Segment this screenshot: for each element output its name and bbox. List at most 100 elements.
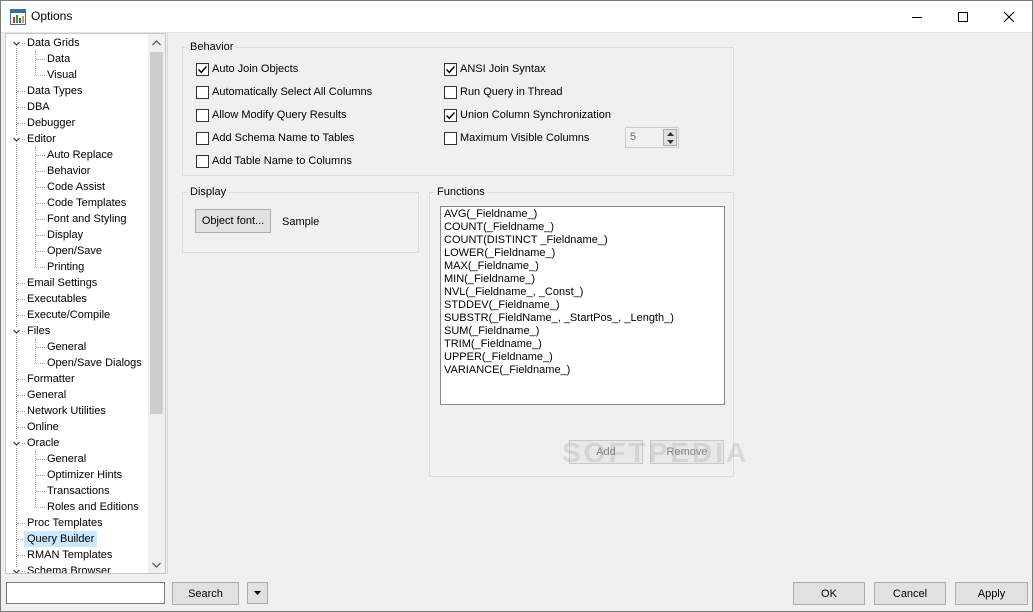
- tree-item-debugger[interactable]: Debugger: [27, 115, 75, 131]
- tree-item-dba[interactable]: DBA: [27, 99, 50, 115]
- tree-item-formatter[interactable]: Formatter: [27, 371, 75, 387]
- tree-item-auto-replace[interactable]: Auto Replace: [47, 147, 113, 163]
- scroll-thumb[interactable]: [150, 52, 163, 414]
- display-group: Display Object font... Sample: [182, 185, 419, 253]
- search-input[interactable]: [6, 582, 165, 604]
- search-options-dropdown[interactable]: [247, 582, 268, 604]
- behavior-legend: Behavior: [188, 40, 236, 54]
- tree-item-files[interactable]: Files: [27, 323, 50, 339]
- checkbox-ansi-join-syntax[interactable]: ANSI Join Syntax: [444, 61, 546, 77]
- expand-chevron-icon[interactable]: [12, 39, 21, 48]
- scroll-up-button[interactable]: [148, 34, 165, 51]
- tree-item-general[interactable]: General: [47, 339, 86, 355]
- checkbox-automatically-select-all-columns[interactable]: Automatically Select All Columns: [196, 84, 372, 100]
- scroll-down-button[interactable]: [148, 556, 165, 573]
- tree-item-font-and-styling[interactable]: Font and Styling: [47, 211, 127, 227]
- checkbox-box[interactable]: [196, 85, 209, 99]
- tree-item-network-utilities[interactable]: Network Utilities: [27, 403, 106, 419]
- tree-item-printing[interactable]: Printing: [47, 259, 84, 275]
- tree-item-visual[interactable]: Visual: [47, 67, 77, 83]
- tree-item-behavior[interactable]: Behavior: [47, 163, 90, 179]
- tree-item-optimizer-hints[interactable]: Optimizer Hints: [47, 467, 122, 483]
- function-list-item[interactable]: SUM(_Fieldname_): [444, 325, 721, 338]
- close-button[interactable]: [986, 1, 1032, 32]
- checkbox-allow-modify-query-results[interactable]: Allow Modify Query Results: [196, 107, 347, 123]
- function-list-item[interactable]: COUNT(DISTINCT _Fieldname_): [444, 234, 721, 247]
- checkbox-auto-join-objects[interactable]: Auto Join Objects: [196, 61, 298, 77]
- checkbox-union-column-synchronization[interactable]: Union Column Synchronization: [444, 107, 611, 123]
- checkmark-icon: [445, 65, 456, 73]
- function-list-item[interactable]: UPPER(_Fieldname_): [444, 351, 721, 364]
- tree-item-open-save-dialogs[interactable]: Open/Save Dialogs: [47, 355, 142, 371]
- checkbox-add-table-name-to-columns[interactable]: Add Table Name to Columns: [196, 153, 352, 169]
- tree-item-query-builder[interactable]: Query Builder: [24, 531, 98, 547]
- tree-item-oracle[interactable]: Oracle: [27, 435, 59, 451]
- spin-up-button[interactable]: [664, 130, 676, 138]
- maximize-button[interactable]: [940, 1, 986, 32]
- tree-connector: [36, 171, 45, 172]
- object-font-button[interactable]: Object font...: [195, 209, 271, 233]
- checkbox-run-query-in-thread[interactable]: Run Query in Thread: [444, 84, 563, 100]
- tree-item-online[interactable]: Online: [27, 419, 59, 435]
- function-list-item[interactable]: NVL(_Fieldname_, _Const_): [444, 286, 721, 299]
- functions-list[interactable]: AVG(_Fieldname_) COUNT(_Fieldname_) COUNT(…: [440, 206, 725, 405]
- function-list-item[interactable]: MIN(_Fieldname_): [444, 273, 721, 286]
- tree-item-display[interactable]: Display: [47, 227, 83, 243]
- checkbox-box[interactable]: [444, 108, 457, 122]
- tree-connector: [36, 267, 45, 268]
- tree-item-data[interactable]: Data: [47, 51, 70, 67]
- checkbox-box[interactable]: [196, 154, 209, 168]
- tree-item-open-save[interactable]: Open/Save: [47, 243, 102, 259]
- minimize-button[interactable]: [894, 1, 940, 32]
- checkbox-box[interactable]: [444, 85, 457, 99]
- tree-item-transactions[interactable]: Transactions: [47, 483, 110, 499]
- tree-branch-line: [35, 339, 36, 363]
- tree-item-data-grids[interactable]: Data Grids: [27, 35, 80, 51]
- max-visible-columns-spinner[interactable]: 5: [625, 127, 679, 148]
- apply-button[interactable]: Apply: [955, 582, 1028, 605]
- chevron-down-icon: [152, 562, 161, 568]
- ok-button[interactable]: OK: [793, 582, 865, 605]
- function-list-item[interactable]: TRIM(_Fieldname_): [444, 338, 721, 351]
- checkbox-box[interactable]: [196, 131, 209, 145]
- tree-item-code-assist[interactable]: Code Assist: [47, 179, 105, 195]
- tree-item-data-types[interactable]: Data Types: [27, 83, 82, 99]
- expand-chevron-icon[interactable]: [12, 439, 21, 448]
- expand-chevron-icon[interactable]: [12, 567, 21, 574]
- checkbox-add-schema-name-to-tables[interactable]: Add Schema Name to Tables: [196, 130, 354, 146]
- function-list-item[interactable]: COUNT(_Fieldname_): [444, 221, 721, 234]
- tree-item-code-templates[interactable]: Code Templates: [47, 195, 126, 211]
- function-list-item[interactable]: LOWER(_Fieldname_): [444, 247, 721, 260]
- bottom-bar: Search OK Cancel Apply: [1, 574, 1032, 611]
- tree-scrollbar[interactable]: [148, 34, 165, 573]
- tree-connector: [36, 203, 45, 204]
- cancel-button[interactable]: Cancel: [874, 582, 946, 605]
- tree-item-schema-browser[interactable]: Schema Browser: [27, 563, 111, 573]
- checkbox-box[interactable]: [444, 131, 457, 145]
- tree-connector: [17, 283, 25, 284]
- options-tree[interactable]: Data Grids Data Visual Data Types DBA Debugge…: [5, 33, 166, 574]
- tree-item-rman-templates[interactable]: RMAN Templates: [27, 547, 112, 563]
- search-button[interactable]: Search: [172, 582, 239, 605]
- tree-item-general[interactable]: General: [27, 387, 66, 403]
- tree-item-roles-and-editions[interactable]: Roles and Editions: [47, 499, 139, 515]
- maximize-icon: [958, 11, 968, 22]
- checkbox-box[interactable]: [196, 108, 209, 122]
- tree-item-email-settings[interactable]: Email Settings: [27, 275, 97, 291]
- tree-item-executables[interactable]: Executables: [27, 291, 87, 307]
- checkbox-box[interactable]: [444, 62, 457, 76]
- spin-down-button[interactable]: [664, 138, 676, 146]
- function-list-item[interactable]: VARIANCE(_Fieldname_): [444, 364, 721, 377]
- tree-item-proc-templates[interactable]: Proc Templates: [27, 515, 103, 531]
- checkbox-maximum-visible-columns[interactable]: Maximum Visible Columns: [444, 130, 589, 146]
- expand-chevron-icon[interactable]: [12, 327, 21, 336]
- tree-item-editor[interactable]: Editor: [27, 131, 56, 147]
- function-list-item[interactable]: SUBSTR(_FieldName_, _StartPos_, _Length_…: [444, 312, 721, 325]
- function-list-item[interactable]: MAX(_Fieldname_): [444, 260, 721, 273]
- expand-chevron-icon[interactable]: [12, 135, 21, 144]
- tree-item-execute-compile[interactable]: Execute/Compile: [27, 307, 110, 323]
- tree-item-general[interactable]: General: [47, 451, 86, 467]
- function-list-item[interactable]: STDDEV(_Fieldname_): [444, 299, 721, 312]
- checkbox-box[interactable]: [196, 62, 209, 76]
- function-list-item[interactable]: AVG(_Fieldname_): [444, 208, 721, 221]
